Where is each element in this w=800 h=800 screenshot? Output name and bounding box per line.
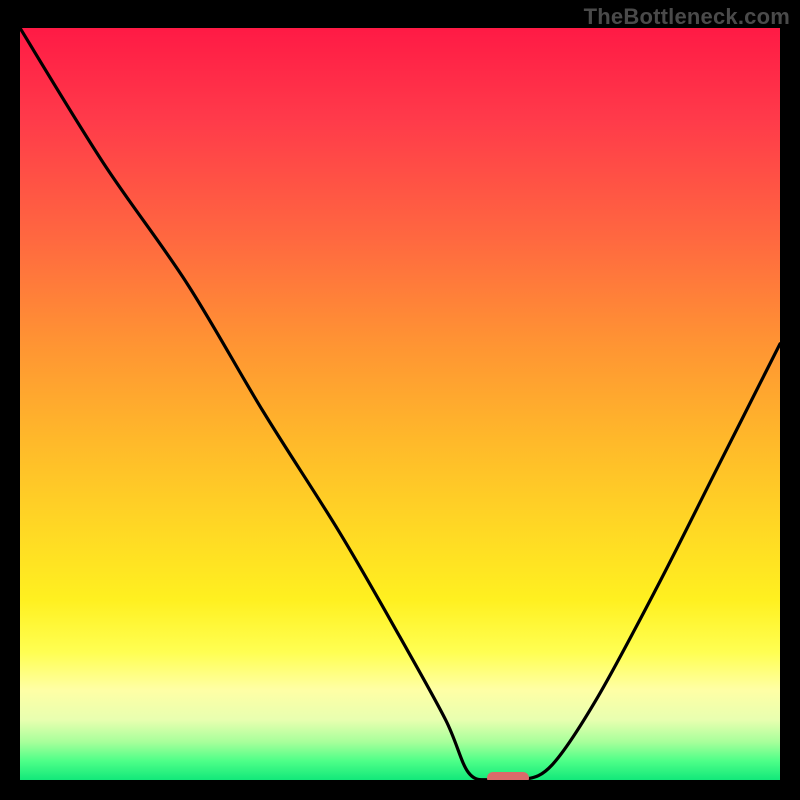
bottleneck-curve-path [20,28,780,780]
bottleneck-curve-svg [20,28,780,780]
chart-frame: TheBottleneck.com [0,0,800,800]
watermark-text: TheBottleneck.com [584,4,790,30]
plot-area [20,28,780,780]
optimal-range-marker [487,772,529,780]
